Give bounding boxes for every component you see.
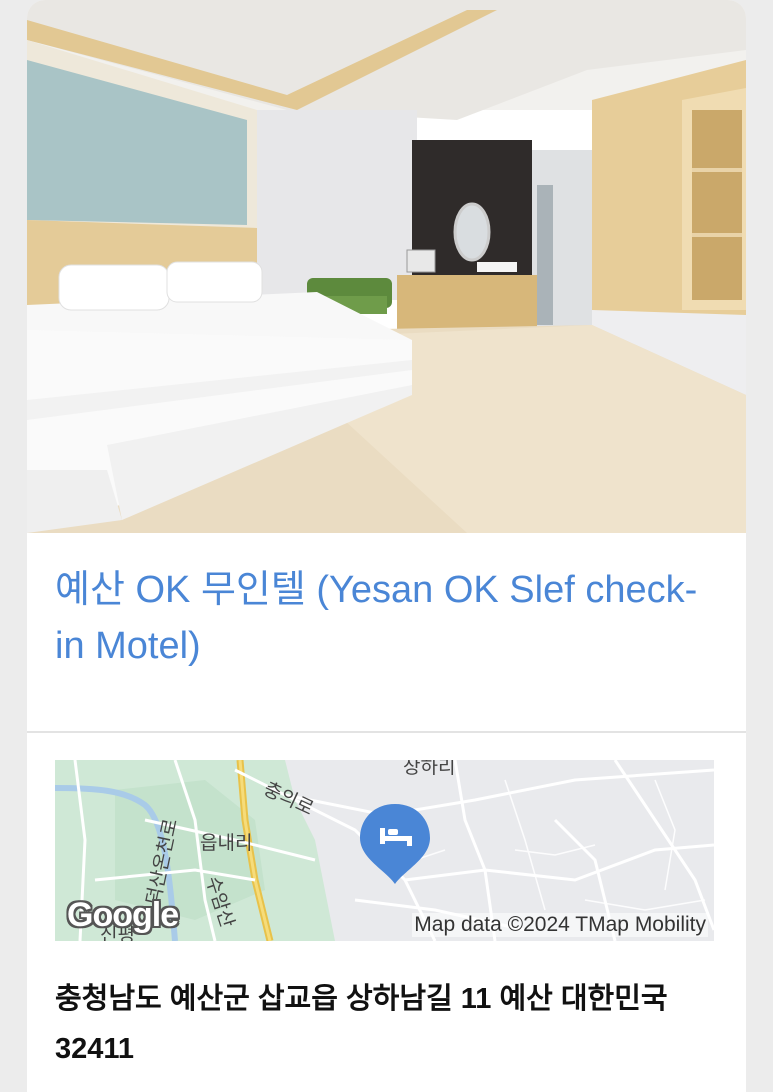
place-address: 충청남도 예산군 삽교읍 상하남길 11 예산 대한민국 32411: [55, 983, 668, 1065]
google-logo: Google: [67, 896, 179, 934]
map-label-district: 읍내리: [200, 833, 253, 854]
divider: [27, 731, 746, 733]
map-label-top: 상하리: [403, 760, 456, 778]
map-attribution: Map data ©2024 TMap Mobility: [412, 913, 708, 937]
place-title[interactable]: 예산 OK 무인텔 (Yesan OK Slef check-in Motel): [55, 562, 715, 674]
location-map[interactable]: 상하리 충의로 읍내리 덕산온천로 수암산 신평 Google Map data…: [55, 760, 714, 941]
room-photo[interactable]: [27, 0, 746, 533]
place-card: 예산 OK 무인텔 (Yesan OK Slef check-in Motel): [27, 0, 746, 1092]
